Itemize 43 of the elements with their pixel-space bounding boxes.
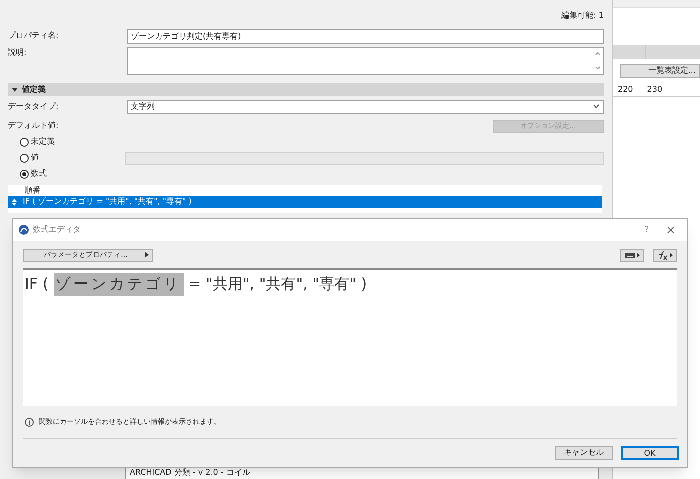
radio-label[interactable]: 数式 bbox=[31, 168, 47, 180]
data-type-dropdown[interactable]: 文字列 bbox=[127, 100, 604, 114]
chevron-down-icon bbox=[593, 104, 600, 109]
caret-icon bbox=[145, 252, 149, 258]
section-header[interactable]: 値定義 bbox=[8, 83, 604, 96]
property-name-field[interactable]: ゾーンカテゴリ判定(共有専有) bbox=[127, 28, 604, 44]
list-settings-button[interactable]: 一覧表設定... bbox=[620, 64, 700, 78]
description-field[interactable] bbox=[127, 47, 604, 75]
ruler-label: 230 bbox=[647, 84, 663, 96]
sort-arrows-icon bbox=[12, 198, 17, 206]
list-row[interactable]: IF ( ゾーンカテゴリ = "共用", "共有", "専有" ) bbox=[8, 196, 602, 208]
formula-text: = "共用", "共有", "専有" ) bbox=[188, 274, 368, 295]
keyboard-button[interactable] bbox=[620, 248, 644, 262]
field-label: 説明: bbox=[8, 47, 28, 59]
ruler-label: 220 bbox=[618, 84, 634, 96]
highlighted-token: ゾーンカテゴリ bbox=[54, 273, 184, 296]
formula-text: IF ( bbox=[25, 274, 49, 295]
formula-editor[interactable]: IF ( ゾーンカテゴリ = "共用", "共有", "専有" ) bbox=[23, 268, 677, 406]
info-icon bbox=[25, 418, 34, 426]
keyboard-icon bbox=[624, 252, 634, 258]
radio-button[interactable] bbox=[20, 170, 29, 178]
list-item-text: ARCHICAD 分類 - v 2.0 - コイル bbox=[130, 468, 250, 477]
field-label: プロパティ名: bbox=[8, 30, 60, 42]
function-icon bbox=[657, 250, 668, 260]
column-header-cell bbox=[646, 45, 700, 59]
dialog-title: 数式エディタ bbox=[33, 224, 82, 236]
caret-icon bbox=[636, 252, 640, 258]
radio-label[interactable]: 未定義 bbox=[31, 136, 55, 148]
editable-count: 編集可能: 1 bbox=[562, 10, 604, 22]
caret-icon bbox=[670, 252, 673, 258]
field-label: データタイプ: bbox=[8, 100, 60, 112]
app-logo-icon bbox=[19, 225, 29, 235]
column-header: 順番 bbox=[25, 184, 41, 196]
dialog-button[interactable]: OK bbox=[621, 446, 679, 460]
radio-button[interactable] bbox=[20, 138, 29, 146]
help-button[interactable]: ? bbox=[637, 224, 657, 236]
radio-label[interactable]: 値 bbox=[31, 152, 39, 164]
field-label: デフォルト値: bbox=[8, 120, 60, 132]
row-text: IF ( ゾーンカテゴリ = "共用", "共有", "専有" ) bbox=[23, 196, 192, 208]
function-button[interactable] bbox=[653, 248, 677, 262]
close-button[interactable]: × bbox=[661, 221, 681, 239]
radio-button[interactable] bbox=[20, 154, 29, 162]
dialog-button[interactable]: キャンセル bbox=[555, 446, 613, 460]
